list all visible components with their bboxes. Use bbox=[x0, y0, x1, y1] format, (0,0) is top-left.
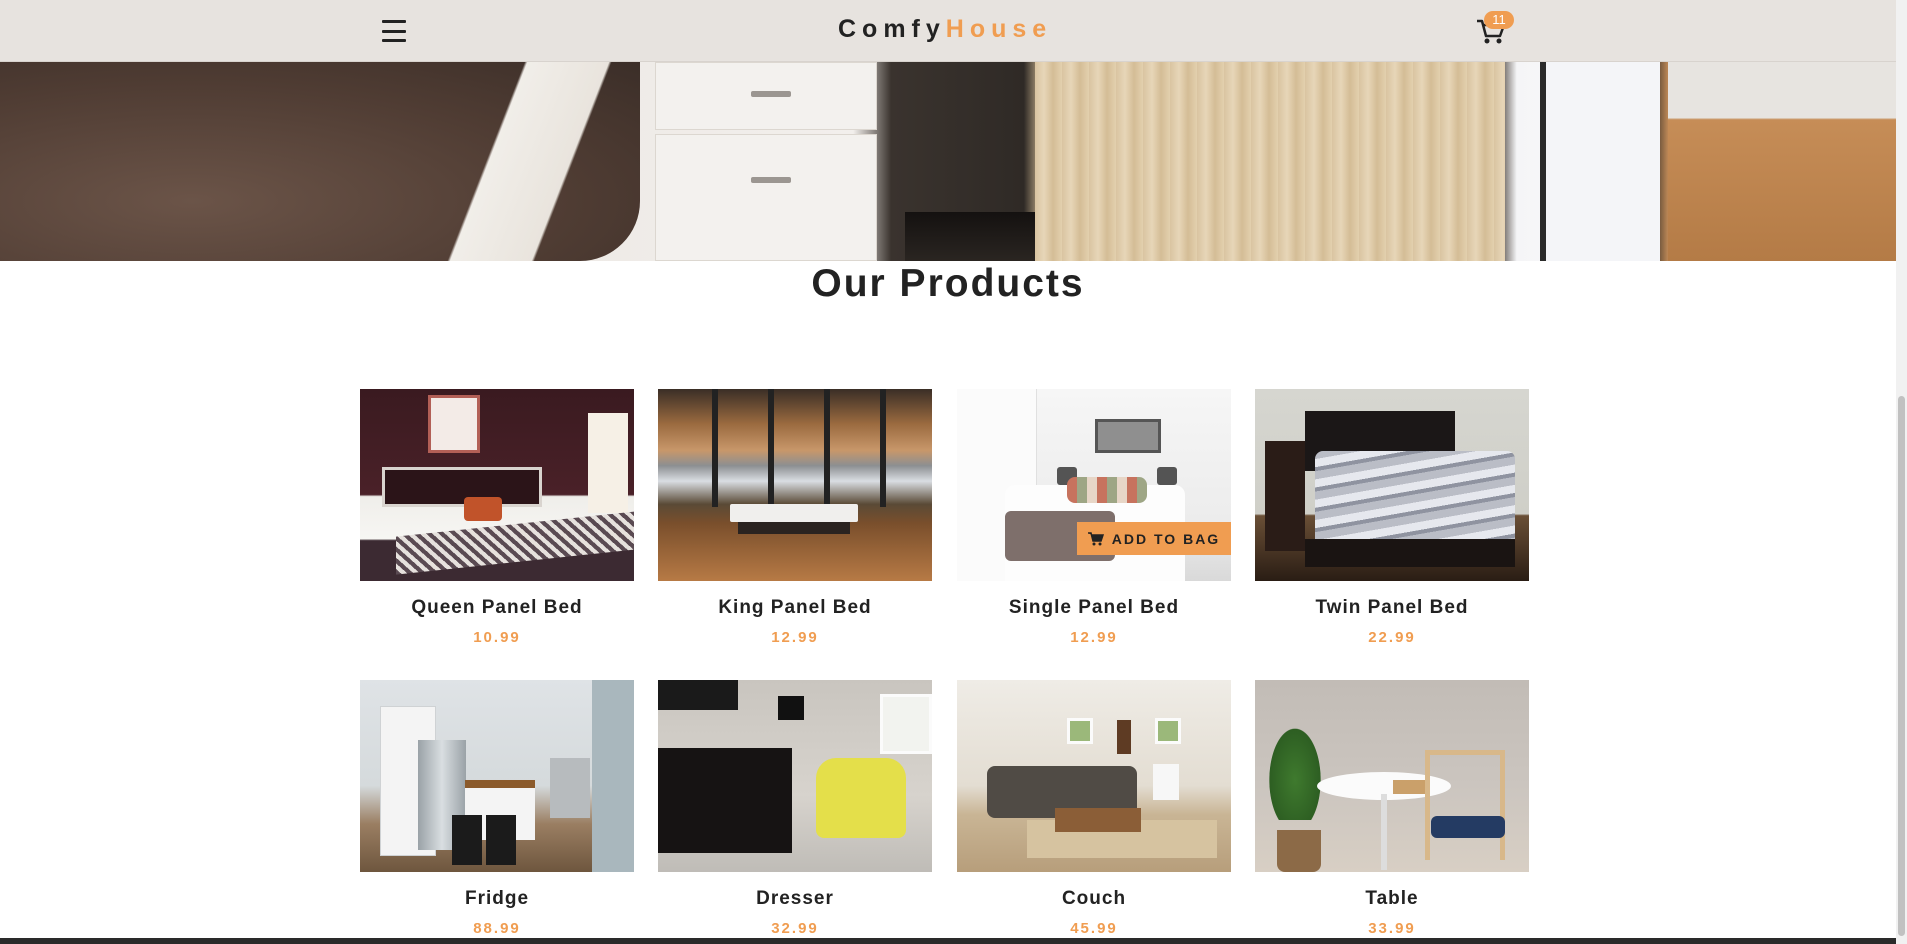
product-image[interactable] bbox=[957, 680, 1231, 872]
product-price: 32.99 bbox=[771, 920, 819, 937]
logo[interactable]: ComfyHouse bbox=[838, 15, 1052, 44]
vertical-scrollbar[interactable] bbox=[1896, 0, 1907, 944]
product-name: Single Panel Bed bbox=[1008, 597, 1180, 618]
product-name: Queen Panel Bed bbox=[411, 597, 583, 618]
shopping-cart-icon bbox=[1087, 531, 1104, 545]
add-to-bag-label: ADD TO BAG bbox=[1111, 530, 1221, 547]
product-price: 33.99 bbox=[1368, 920, 1416, 937]
navbar: ComfyHouse 11 bbox=[0, 0, 1896, 62]
bottom-edge bbox=[0, 938, 1896, 944]
hero-banner-image bbox=[0, 62, 1896, 261]
product-card: Couch 45.99 bbox=[957, 680, 1231, 937]
product-price: 45.99 bbox=[1070, 920, 1118, 937]
product-card: ADD TO BAG Single Panel Bed 12.99 bbox=[957, 389, 1231, 646]
product-card: Dresser 32.99 bbox=[658, 680, 932, 937]
product-name: Couch bbox=[1061, 888, 1127, 909]
product-card: Fridge 88.99 bbox=[360, 680, 634, 937]
product-image[interactable] bbox=[360, 389, 634, 581]
logo-text-house: House bbox=[945, 15, 1053, 43]
product-name: King Panel Bed bbox=[718, 597, 872, 618]
product-price: 12.99 bbox=[771, 629, 819, 646]
product-image[interactable]: ADD TO BAG bbox=[957, 389, 1231, 581]
product-card: Twin Panel Bed 22.99 bbox=[1255, 389, 1529, 646]
product-name: Dresser bbox=[756, 888, 834, 909]
product-name: Table bbox=[1365, 888, 1419, 909]
product-price: 12.99 bbox=[1070, 629, 1118, 646]
product-name: Fridge bbox=[464, 888, 530, 909]
logo-text-comfy: Comfy bbox=[838, 15, 946, 43]
cart-count-badge: 11 bbox=[1484, 11, 1514, 29]
product-name: Twin Panel Bed bbox=[1315, 597, 1469, 618]
product-price: 10.99 bbox=[473, 629, 521, 646]
add-to-bag-button[interactable]: ADD TO BAG bbox=[1077, 522, 1231, 555]
scrollbar-thumb[interactable] bbox=[1898, 396, 1905, 936]
product-image[interactable] bbox=[360, 680, 634, 872]
product-image[interactable] bbox=[658, 680, 932, 872]
section-title: Our Products bbox=[811, 262, 1085, 305]
product-card: Queen Panel Bed 10.99 bbox=[360, 389, 634, 646]
product-price: 88.99 bbox=[473, 920, 521, 937]
hamburger-menu-icon[interactable] bbox=[382, 20, 406, 42]
product-card: Table 33.99 bbox=[1255, 680, 1529, 937]
product-image[interactable] bbox=[658, 389, 932, 581]
product-image[interactable] bbox=[1255, 389, 1529, 581]
product-card: King Panel Bed 12.99 bbox=[658, 389, 932, 646]
product-image[interactable] bbox=[1255, 680, 1529, 872]
product-price: 22.99 bbox=[1368, 629, 1416, 646]
